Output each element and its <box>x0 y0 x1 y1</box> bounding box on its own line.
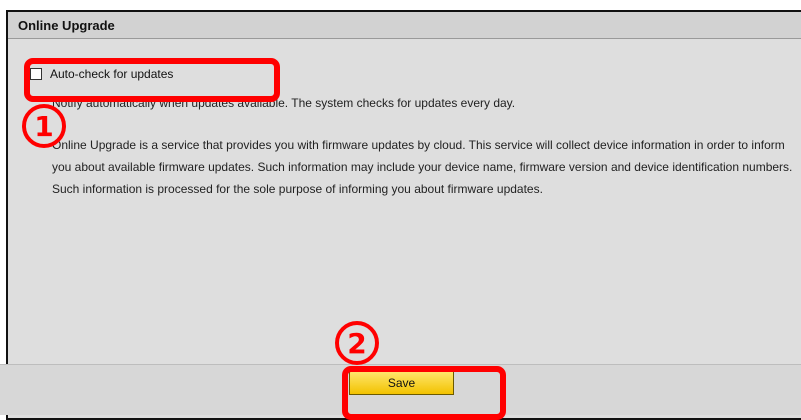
panel-header: Online Upgrade <box>8 12 801 39</box>
highlight-box-checkbox <box>24 58 280 102</box>
description-text: Online Upgrade is a service that provide… <box>52 138 793 196</box>
panel-title: Online Upgrade <box>18 18 115 33</box>
highlight-box-save <box>342 366 506 420</box>
step-2-marker: 2 <box>335 321 379 365</box>
step-1-marker: 1 <box>22 104 66 148</box>
